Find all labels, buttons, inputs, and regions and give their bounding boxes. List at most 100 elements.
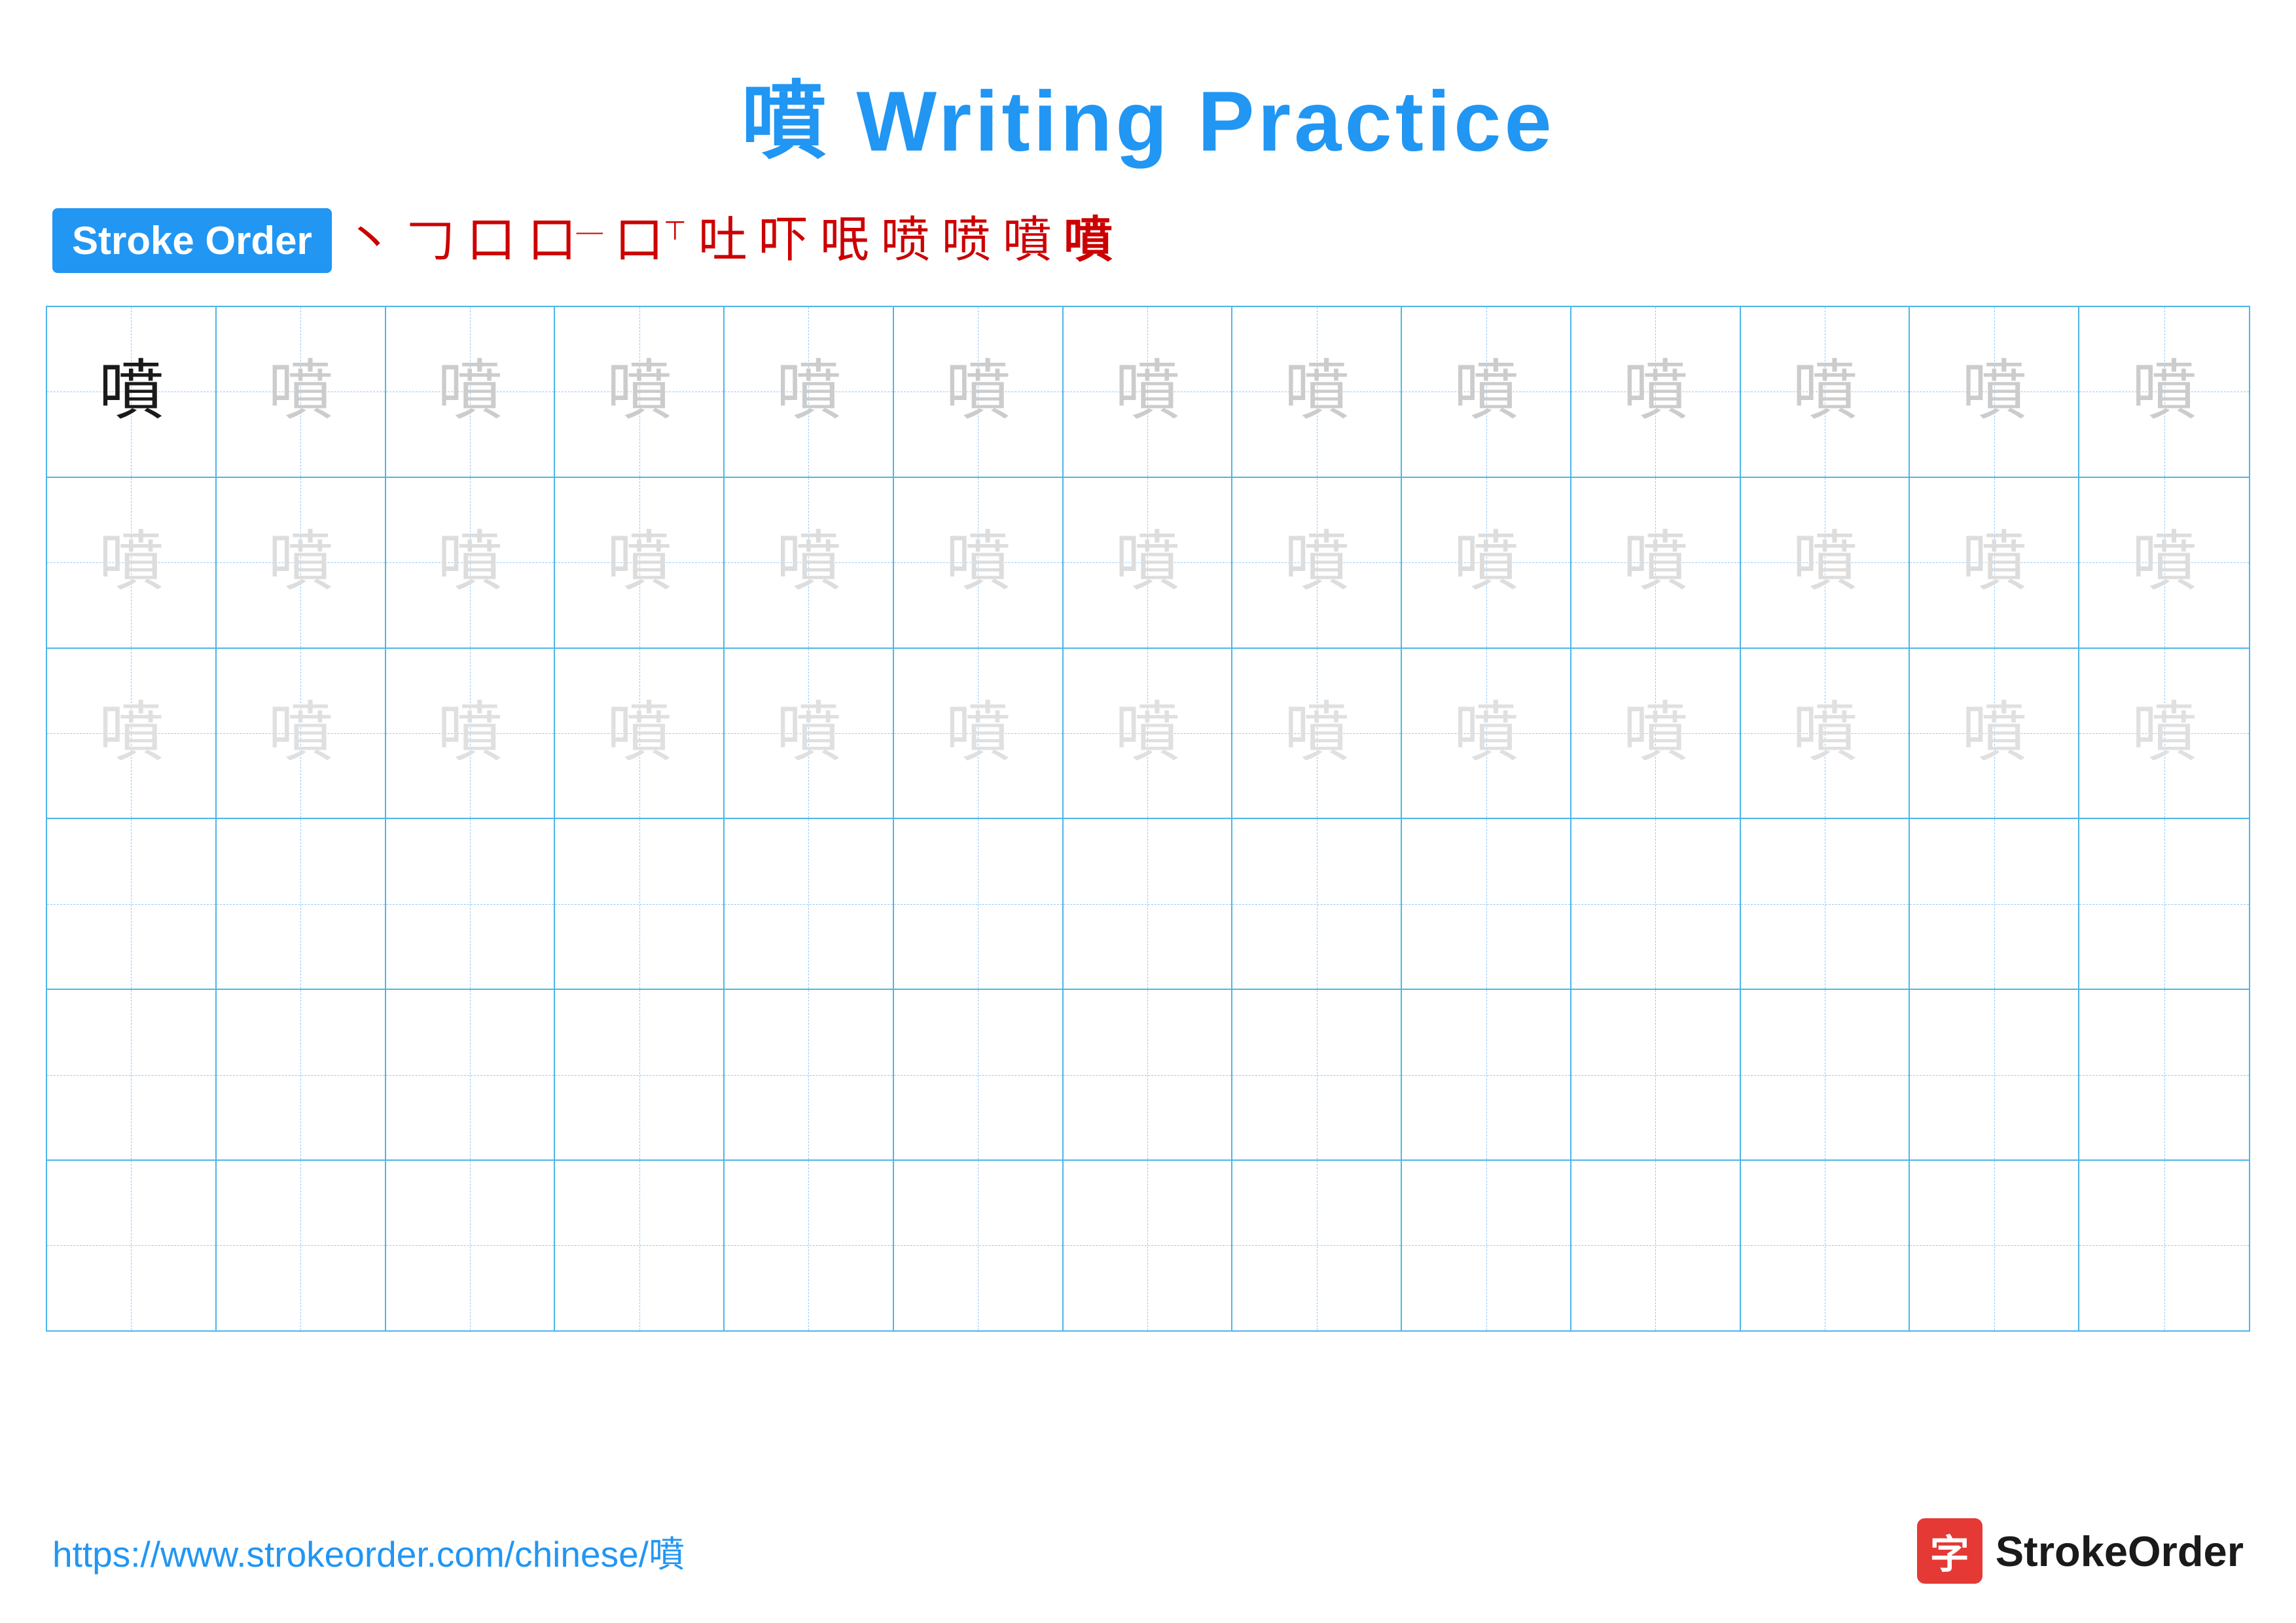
grid-cell-2-3[interactable]: 噴 (386, 478, 556, 647)
footer: https://www.strokeorder.com/chinese/噴 字 … (52, 1518, 2244, 1584)
grid-cell-2-1[interactable]: 噴 (47, 478, 217, 647)
grid-cell-6-6[interactable] (894, 1161, 1064, 1330)
grid-cell-3-1[interactable]: 噴 (47, 649, 217, 818)
grid-row-3: 噴 噴 噴 噴 噴 噴 噴 噴 噴 噴 噴 噴 噴 (47, 649, 2249, 820)
grid-cell-5-6[interactable] (894, 990, 1064, 1159)
grid-cell-2-2[interactable]: 噴 (217, 478, 386, 647)
grid-cell-1-12[interactable]: 噴 (1910, 307, 2079, 477)
grid-cell-4-10[interactable] (1571, 819, 1741, 989)
grid-cell-5-9[interactable] (1402, 990, 1571, 1159)
grid-cell-1-13[interactable]: 噴 (2079, 307, 2249, 477)
grid-cell-3-5[interactable]: 噴 (725, 649, 894, 818)
grid-cell-6-5[interactable] (725, 1161, 894, 1330)
stroke-3: 口 (467, 216, 516, 265)
grid-cell-2-10[interactable]: 噴 (1571, 478, 1741, 647)
grid-cell-6-10[interactable] (1571, 1161, 1741, 1330)
grid-cell-2-5[interactable]: 噴 (725, 478, 894, 647)
grid-cell-4-7[interactable] (1064, 819, 1233, 989)
page-title: 噴 Writing Practice (0, 0, 2296, 175)
grid-cell-6-9[interactable] (1402, 1161, 1571, 1330)
grid-cell-2-6[interactable]: 噴 (894, 478, 1064, 647)
strokeorder-logo-icon: 字 (1917, 1518, 1982, 1584)
grid-cell-5-1[interactable] (47, 990, 217, 1159)
grid-cell-6-11[interactable] (1741, 1161, 1910, 1330)
grid-cell-2-12[interactable]: 噴 (1910, 478, 2079, 647)
grid-cell-5-10[interactable] (1571, 990, 1741, 1159)
grid-cell-1-9[interactable]: 噴 (1402, 307, 1571, 477)
stroke-order-section: Stroke Order 丶 𠃌 口 口— 口⊤ 吐 吓 呡 喷 喷 噴 噴 (0, 175, 2296, 293)
stroke-2: 𠃌 (406, 216, 455, 265)
grid-cell-4-12[interactable] (1910, 819, 2079, 989)
grid-cell-3-4[interactable]: 噴 (555, 649, 725, 818)
stroke-6: 吐 (698, 216, 747, 265)
grid-cell-6-8[interactable] (1232, 1161, 1402, 1330)
stroke-7: 吓 (759, 216, 808, 265)
grid-cell-2-8[interactable]: 噴 (1232, 478, 1402, 647)
char-dark: 噴 (98, 359, 164, 424)
grid-cell-2-7[interactable]: 噴 (1064, 478, 1233, 647)
grid-cell-4-2[interactable] (217, 819, 386, 989)
grid-cell-5-5[interactable] (725, 990, 894, 1159)
grid-cell-6-7[interactable] (1064, 1161, 1233, 1330)
grid-cell-1-7[interactable]: 噴 (1064, 307, 1233, 477)
grid-cell-5-3[interactable] (386, 990, 556, 1159)
grid-cell-2-13[interactable]: 噴 (2079, 478, 2249, 647)
grid-cell-6-2[interactable] (217, 1161, 386, 1330)
stroke-order-badge: Stroke Order (52, 208, 332, 273)
grid-cell-1-5[interactable]: 噴 (725, 307, 894, 477)
stroke-1: 丶 (345, 216, 394, 265)
grid-cell-1-8[interactable]: 噴 (1232, 307, 1402, 477)
grid-cell-5-7[interactable] (1064, 990, 1233, 1159)
grid-cell-1-1[interactable]: 噴 (47, 307, 217, 477)
grid-cell-3-6[interactable]: 噴 (894, 649, 1064, 818)
grid-cell-3-2[interactable]: 噴 (217, 649, 386, 818)
writing-grid: 噴 噴 噴 噴 噴 噴 噴 噴 噴 噴 噴 噴 噴 噴 噴 噴 噴 噴 噴 噴 … (46, 306, 2250, 1332)
grid-cell-4-6[interactable] (894, 819, 1064, 989)
stroke-sequence: 丶 𠃌 口 口— 口⊤ 吐 吓 呡 喷 喷 噴 噴 (345, 216, 1113, 265)
grid-cell-4-1[interactable] (47, 819, 217, 989)
grid-cell-5-4[interactable] (555, 990, 725, 1159)
grid-cell-6-1[interactable] (47, 1161, 217, 1330)
grid-row-4 (47, 819, 2249, 990)
grid-row-2: 噴 噴 噴 噴 噴 噴 噴 噴 噴 噴 噴 噴 噴 (47, 478, 2249, 649)
grid-cell-1-11[interactable]: 噴 (1741, 307, 1910, 477)
grid-cell-4-11[interactable] (1741, 819, 1910, 989)
grid-cell-3-10[interactable]: 噴 (1571, 649, 1741, 818)
grid-row-6 (47, 1161, 2249, 1330)
grid-cell-3-3[interactable]: 噴 (386, 649, 556, 818)
grid-cell-4-5[interactable] (725, 819, 894, 989)
grid-cell-5-11[interactable] (1741, 990, 1910, 1159)
grid-cell-4-4[interactable] (555, 819, 725, 989)
grid-cell-4-3[interactable] (386, 819, 556, 989)
grid-cell-2-4[interactable]: 噴 (555, 478, 725, 647)
grid-cell-6-13[interactable] (2079, 1161, 2249, 1330)
grid-cell-3-9[interactable]: 噴 (1402, 649, 1571, 818)
stroke-4: 口— (528, 216, 603, 265)
grid-cell-3-12[interactable]: 噴 (1910, 649, 2079, 818)
grid-cell-4-8[interactable] (1232, 819, 1402, 989)
grid-cell-3-11[interactable]: 噴 (1741, 649, 1910, 818)
grid-cell-6-4[interactable] (555, 1161, 725, 1330)
grid-cell-6-12[interactable] (1910, 1161, 2079, 1330)
grid-cell-3-13[interactable]: 噴 (2079, 649, 2249, 818)
grid-cell-4-9[interactable] (1402, 819, 1571, 989)
grid-cell-3-7[interactable]: 噴 (1064, 649, 1233, 818)
grid-cell-1-4[interactable]: 噴 (555, 307, 725, 477)
grid-row-5 (47, 990, 2249, 1161)
grid-cell-1-2[interactable]: 噴 (217, 307, 386, 477)
footer-url[interactable]: https://www.strokeorder.com/chinese/噴 (52, 1525, 685, 1577)
grid-cell-1-10[interactable]: 噴 (1571, 307, 1741, 477)
grid-cell-5-12[interactable] (1910, 990, 2079, 1159)
grid-cell-1-6[interactable]: 噴 (894, 307, 1064, 477)
grid-cell-5-13[interactable] (2079, 990, 2249, 1159)
grid-cell-2-9[interactable]: 噴 (1402, 478, 1571, 647)
grid-cell-3-8[interactable]: 噴 (1232, 649, 1402, 818)
grid-cell-6-3[interactable] (386, 1161, 556, 1330)
stroke-10: 喷 (942, 216, 991, 265)
grid-cell-1-3[interactable]: 噴 (386, 307, 556, 477)
grid-cell-5-2[interactable] (217, 990, 386, 1159)
stroke-5: 口⊤ (615, 216, 687, 265)
grid-cell-4-13[interactable] (2079, 819, 2249, 989)
grid-cell-5-8[interactable] (1232, 990, 1402, 1159)
grid-cell-2-11[interactable]: 噴 (1741, 478, 1910, 647)
